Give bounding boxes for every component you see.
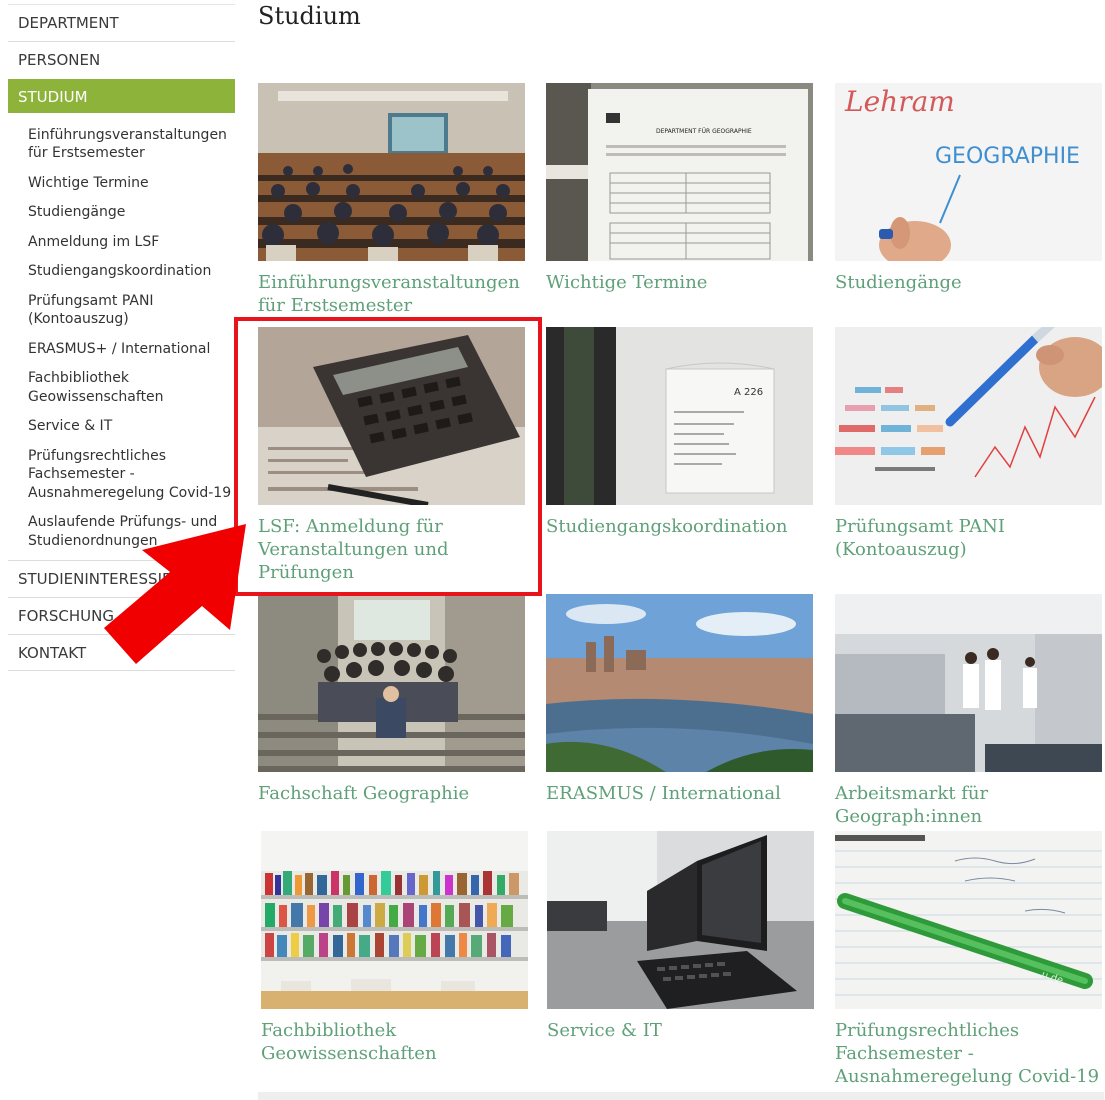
subnav-studiengaenge[interactable]: Studiengänge xyxy=(28,198,235,228)
tile-erasmus[interactable]: ERASMUS / International xyxy=(546,594,813,805)
subnav-erasmus[interactable]: ERASMUS+ / International xyxy=(28,334,235,364)
library-shelves-image xyxy=(261,831,528,1009)
nav-department[interactable]: DEPARTMENT xyxy=(8,4,235,41)
tile-caption: LSF: Anmeldung für Veranstaltungen und P… xyxy=(258,516,449,583)
tile-caption: Service & IT xyxy=(547,1020,662,1041)
tile-caption: Arbeitsmarkt für Geograph:innen xyxy=(835,783,989,827)
tile-caption: Fachbibliothek Geowissenschaften xyxy=(261,1020,437,1064)
tile-wichtige-termine[interactable]: DEPARTMENT FÜR GEOGRAPHIE Wichtige Termi… xyxy=(546,83,813,294)
sidebar-nav: DEPARTMENT PERSONEN STUDIUM Einführungsv… xyxy=(8,4,235,671)
subnav-service-it[interactable]: Service & IT xyxy=(28,412,235,442)
subnav-anmeldung-lsf[interactable]: Anmeldung im LSF xyxy=(28,227,235,257)
nav-forschung[interactable]: FORSCHUNG xyxy=(8,596,235,634)
tile-fachschaft[interactable]: Fachschaft Geographie xyxy=(258,594,525,805)
tile-service-it[interactable]: Service & IT xyxy=(547,831,814,1042)
room-sign-text: A 226 xyxy=(734,387,763,398)
nav-kontakt[interactable]: KONTAKT xyxy=(8,633,235,671)
tile-caption: Studiengänge xyxy=(835,272,962,293)
whiteboard-word-text: GEOGRAPHIE xyxy=(935,144,1080,169)
door-sign-image: A 226 xyxy=(546,327,813,505)
laboratory-image xyxy=(835,594,1102,772)
tile-arbeitsmarkt[interactable]: Arbeitsmarkt für Geograph:innen xyxy=(835,594,1102,828)
studium-subnav: Einführungsveranstaltungen für Erstsemes… xyxy=(8,114,235,560)
subnav-wichtige-termine[interactable]: Wichtige Termine xyxy=(28,168,235,198)
tile-caption: Prüfungsamt PANI (Kontoauszug) xyxy=(835,516,1005,560)
tile-studiengangskoordination[interactable]: A 226 Studiengangskoordination xyxy=(546,327,813,538)
computer-room-image xyxy=(547,831,814,1009)
tile-einfuehrung[interactable]: Einführungsveranstaltungen für Erstsemes… xyxy=(258,83,525,317)
tile-fachbibliothek[interactable]: Fachbibliothek Geowissenschaften xyxy=(261,831,528,1065)
tile-caption: ERASMUS / International xyxy=(546,783,781,804)
group-photo-image xyxy=(258,594,525,772)
poster-image: DEPARTMENT FÜR GEOGRAPHIE xyxy=(546,83,813,261)
page-title: Studium xyxy=(258,2,361,30)
subnav-auslaufende-ordnungen[interactable]: Auslaufende Prüfungs- und Studienordnung… xyxy=(28,508,235,556)
tile-caption: Fachschaft Geographie xyxy=(258,783,470,804)
tile-caption: Einführungsveranstaltungen für Erstsemes… xyxy=(258,272,520,316)
chart-pen-image xyxy=(835,327,1102,505)
tile-pruefungsrechtliches[interactable]: u.de Prüfungsrechtliches Fachsemester - … xyxy=(835,831,1102,1088)
nav-studieninteressierte[interactable]: STUDIENINTERESSIERTE xyxy=(8,559,235,597)
calculator-image xyxy=(258,327,525,505)
nav-personen[interactable]: PERSONEN xyxy=(8,41,235,78)
whiteboard-image: Lehram GEOGRAPHIE xyxy=(835,83,1102,261)
passau-city-image xyxy=(546,594,813,772)
tile-studiengaenge[interactable]: Lehram GEOGRAPHIE Studiengänge xyxy=(835,83,1102,294)
content-bottom-divider xyxy=(258,1092,1104,1100)
tile-caption: Wichtige Termine xyxy=(546,272,708,293)
whiteboard-top-text: Lehram xyxy=(844,85,955,118)
tile-caption: Prüfungsrechtliches Fachsemester - Ausna… xyxy=(835,1020,1100,1087)
notebook-pen-image: u.de xyxy=(835,831,1102,1009)
subnav-einfuehrung[interactable]: Einführungsveranstaltungen für Erstsemes… xyxy=(28,120,235,168)
lecture-hall-image xyxy=(258,83,525,261)
nav-studium[interactable]: STUDIUM xyxy=(8,78,235,114)
subnav-pruefungsamt[interactable]: Prüfungsamt PANI (Kontoauszug) xyxy=(28,286,235,334)
poster-header-text: DEPARTMENT FÜR GEOGRAPHIE xyxy=(656,128,752,135)
subnav-pruefungsrechtliches[interactable]: Prüfungsrechtliches Fachsemester - Ausna… xyxy=(28,441,235,508)
subnav-studiengangskoordination[interactable]: Studiengangskoordination xyxy=(28,257,235,287)
tile-caption: Studiengangskoordination xyxy=(546,516,788,537)
subnav-fachbibliothek[interactable]: Fachbibliothek Geowissenschaften xyxy=(28,364,235,412)
tile-pruefungsamt[interactable]: Prüfungsamt PANI (Kontoauszug) xyxy=(835,327,1102,561)
tile-lsf-anmeldung[interactable]: LSF: Anmeldung für Veranstaltungen und P… xyxy=(258,327,525,584)
